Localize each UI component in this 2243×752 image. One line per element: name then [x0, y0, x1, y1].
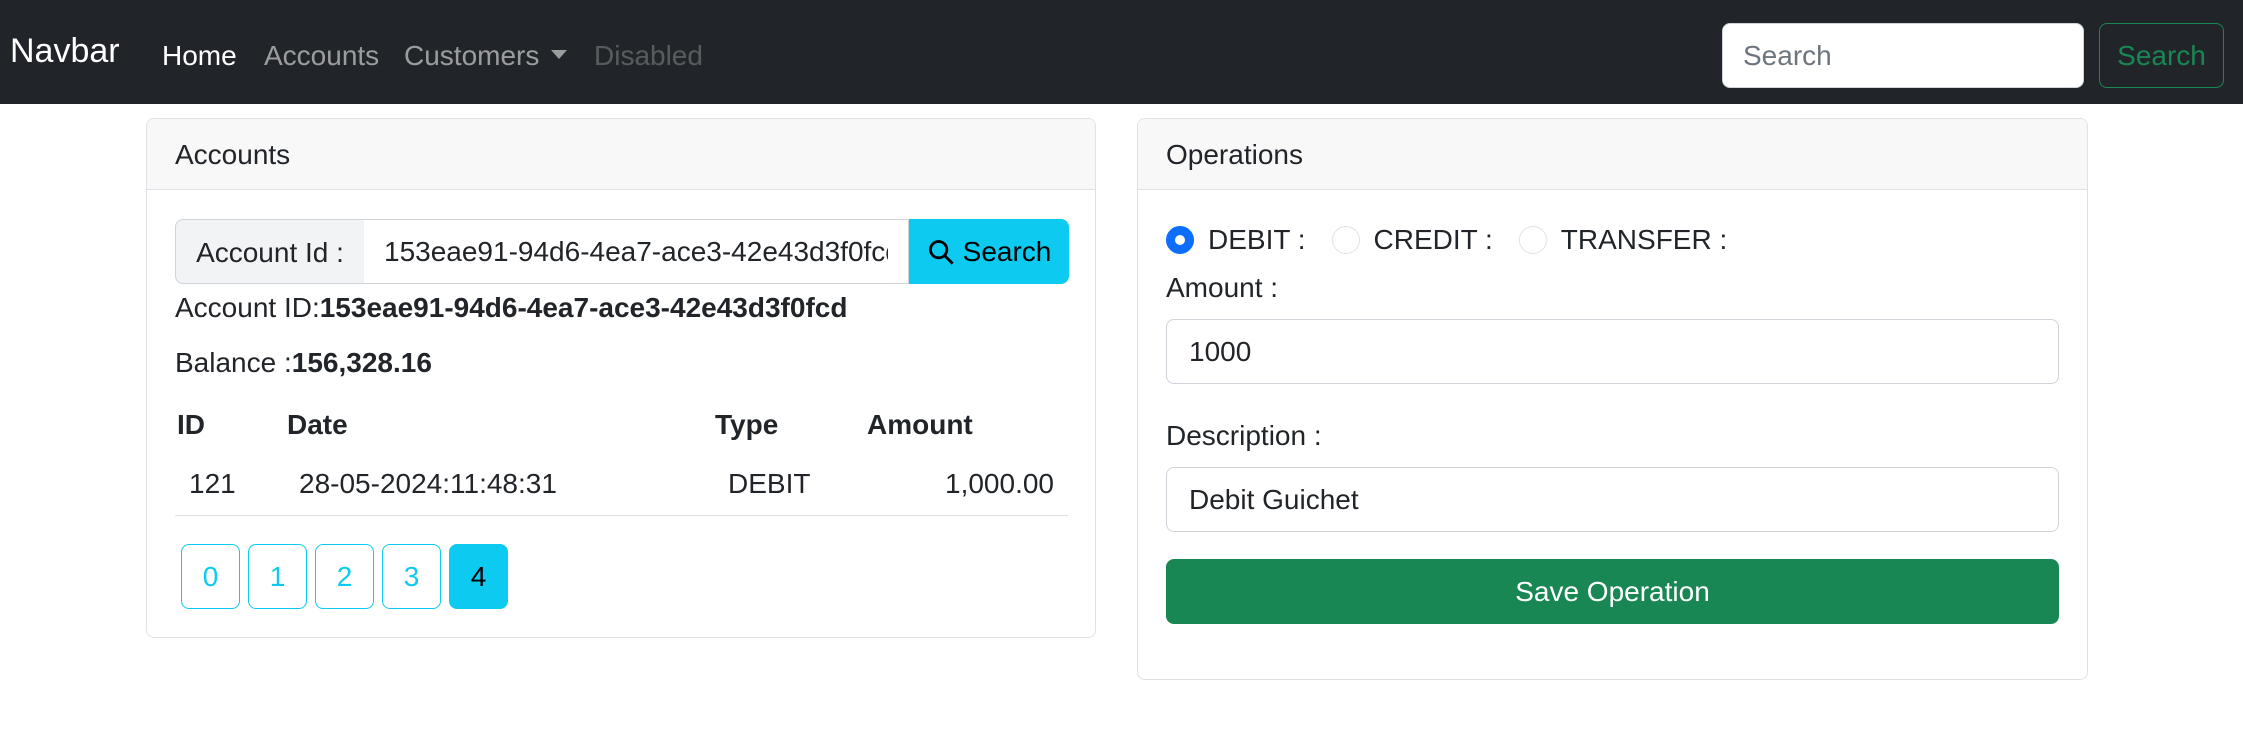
operations-card-header: Operations — [1138, 119, 2087, 190]
operation-type-radio-group: DEBIT : CREDIT : TRANSFER : — [1166, 224, 1753, 256]
operations-card: Operations DEBIT : CREDIT : TRANSFER : A… — [1137, 118, 2088, 680]
search-icon — [928, 239, 954, 265]
cell-id: 121 — [175, 453, 287, 516]
nav-dropdown-customers[interactable]: Customers — [404, 40, 568, 71]
caret-down-icon — [551, 50, 568, 59]
balance-value: 156,328.16 — [291, 347, 432, 378]
pagination: 0 1 2 3 4 — [181, 544, 508, 609]
account-id-label: Account ID: — [175, 292, 320, 323]
cell-date: 28-05-2024:11:48:31 — [287, 453, 715, 516]
nav-link-disabled: Disabled — [594, 40, 703, 71]
radio-transfer-label: TRANSFER : — [1560, 224, 1728, 255]
col-header-id: ID — [177, 409, 205, 440]
nav-link-home[interactable]: Home — [162, 42, 237, 70]
navbar: Navbar Home Accounts Customers Disabled … — [0, 0, 2243, 104]
account-id-input-label: Account Id : — [175, 219, 365, 284]
radio-credit-control[interactable] — [1331, 226, 1360, 254]
col-header-date: Date — [287, 409, 348, 440]
account-search-group: Account Id : Search — [175, 219, 1069, 284]
nav-link-customers-label: Customers — [404, 40, 540, 71]
account-search-button[interactable]: Search — [909, 219, 1069, 284]
amount-input[interactable] — [1166, 319, 2059, 384]
page-button-1[interactable]: 1 — [248, 544, 307, 609]
table-row: 121 28-05-2024:11:48:31 DEBIT 1,000.00 — [175, 453, 1068, 516]
operations-table: ID Date Type Amount 121 28-05-2024:11:48… — [175, 397, 1068, 516]
radio-debit-control[interactable] — [1166, 226, 1194, 254]
account-id-input[interactable] — [364, 219, 909, 284]
navbar-brand[interactable]: Navbar — [10, 34, 120, 68]
page-button-3[interactable]: 3 — [382, 544, 441, 609]
radio-credit-label: CREDIT : — [1373, 224, 1493, 255]
accounts-card-header: Accounts — [147, 119, 1095, 190]
description-label: Description : — [1166, 420, 1322, 451]
radio-debit-label: DEBIT : — [1208, 224, 1306, 255]
cell-amount: 1,000.00 — [867, 453, 1068, 516]
navbar-search-input[interactable] — [1722, 23, 2084, 88]
radio-debit[interactable]: DEBIT : — [1166, 224, 1306, 256]
nav-link-accounts[interactable]: Accounts — [264, 42, 379, 70]
page-button-0[interactable]: 0 — [181, 544, 240, 609]
radio-transfer[interactable]: TRANSFER : — [1518, 224, 1728, 256]
cell-type: DEBIT — [715, 453, 867, 516]
account-id-line: Account ID:153eae91-94d6-4ea7-ace3-42e43… — [175, 294, 847, 322]
col-header-type: Type — [715, 409, 779, 440]
radio-credit[interactable]: CREDIT : — [1331, 224, 1493, 256]
page-button-2[interactable]: 2 — [315, 544, 374, 609]
radio-transfer-control[interactable] — [1518, 226, 1547, 254]
amount-label: Amount : — [1166, 272, 1279, 303]
account-search-button-label: Search — [962, 235, 1052, 267]
table-header-row: ID Date Type Amount — [175, 397, 1068, 453]
save-operation-button[interactable]: Save Operation — [1166, 559, 2059, 624]
balance-label: Balance : — [175, 347, 292, 378]
balance-line: Balance :156,328.16 — [175, 349, 432, 377]
col-header-amount: Amount — [867, 409, 973, 440]
account-id-value: 153eae91-94d6-4ea7-ace3-42e43d3f0fcd — [319, 292, 848, 323]
accounts-card: Accounts Account Id : Search Account ID:… — [146, 118, 1096, 638]
description-input[interactable] — [1166, 467, 2059, 532]
page-button-4[interactable]: 4 — [449, 544, 508, 609]
navbar-search-button[interactable]: Search — [2099, 23, 2224, 88]
